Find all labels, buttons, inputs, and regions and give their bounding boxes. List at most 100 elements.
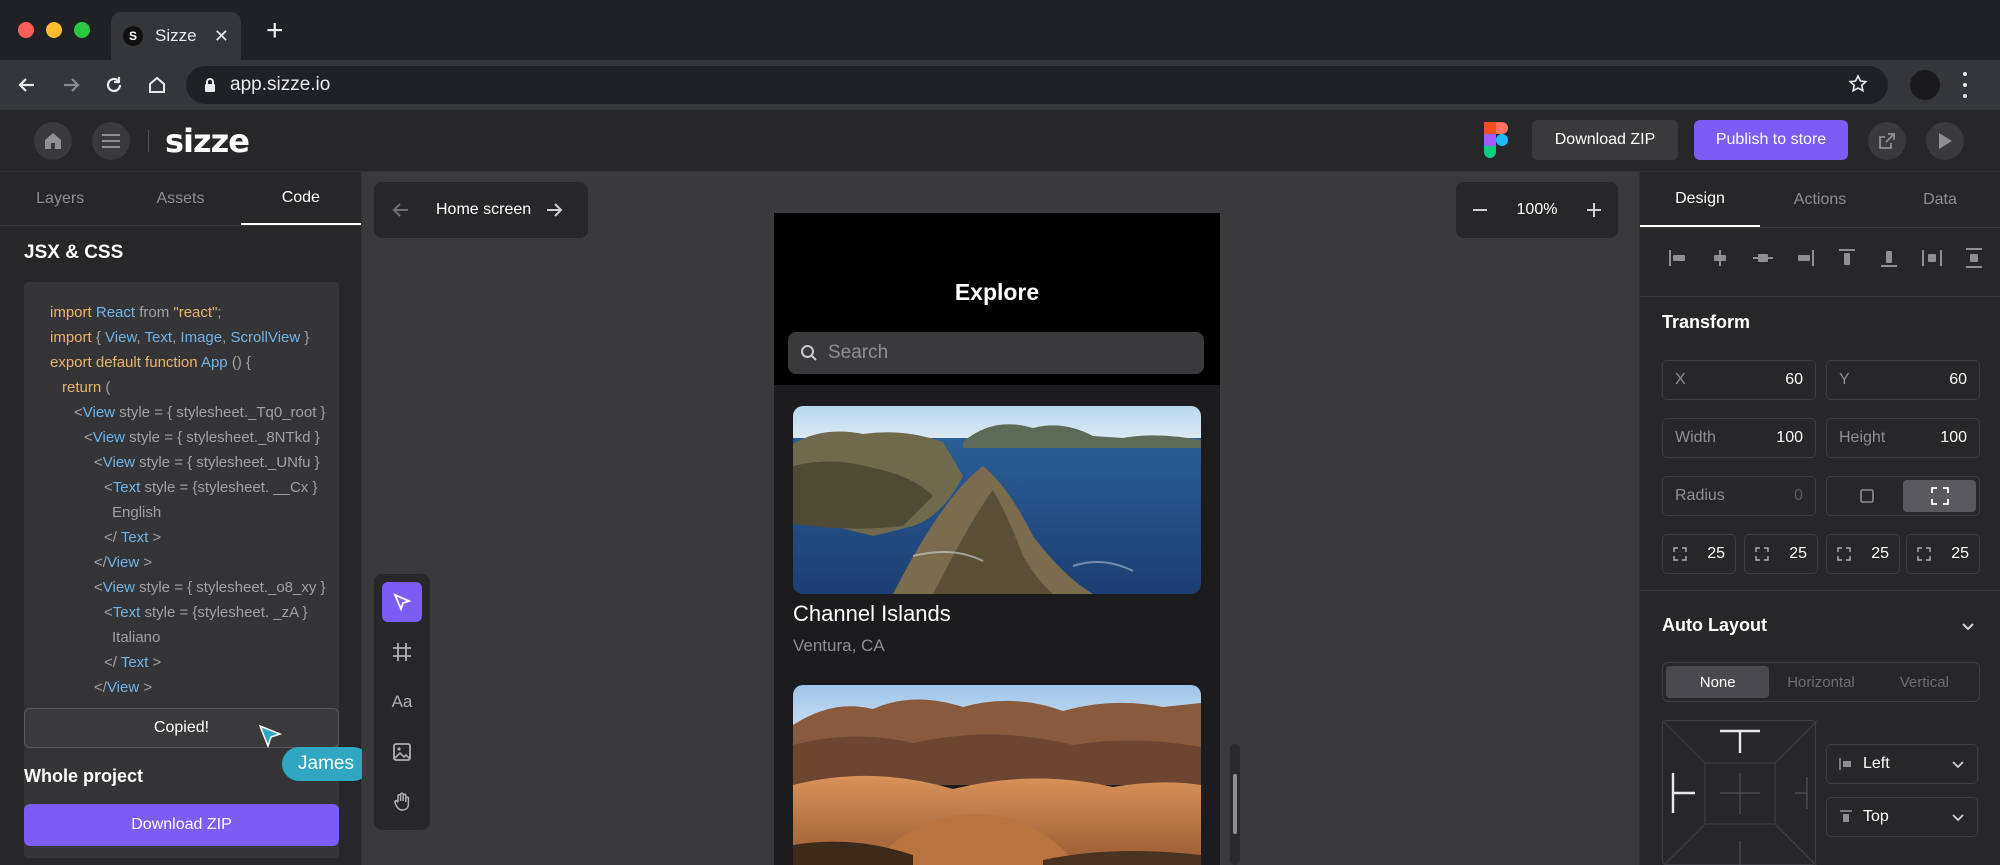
horizontal-align-dropdown[interactable]: Left [1826, 744, 1978, 784]
select-tool[interactable] [382, 582, 422, 622]
copy-code-button[interactable]: Copied! [24, 708, 339, 748]
lock-icon [205, 77, 215, 92]
phone-search-bar[interactable]: Search [788, 332, 1204, 374]
new-tab-icon[interactable]: + [266, 16, 284, 46]
vertical-align-dropdown[interactable]: Top [1826, 797, 1978, 837]
close-window-button[interactable] [18, 22, 34, 38]
transform-heading: Transform [1662, 312, 1751, 332]
code-line: </ Text > [104, 529, 162, 546]
divider [1640, 296, 2000, 297]
radius-field[interactable]: Radius 0 [1662, 476, 1816, 516]
pointer-icon [393, 593, 412, 612]
code-line: <View style = { stylesheet._Tq0_root } [74, 404, 326, 421]
corner-top-left-field[interactable]: 25 [1662, 534, 1736, 574]
prev-screen-arrow-icon[interactable] [392, 201, 410, 219]
sizze-logo[interactable]: sizze [165, 122, 250, 160]
constraints-widget[interactable] [1662, 720, 1818, 865]
width-label: Width [1675, 429, 1716, 446]
design-canvas[interactable]: Home screen 100% Aa Explore Search Chann… [362, 172, 1639, 865]
reload-icon[interactable] [99, 70, 129, 100]
right-panel: Design Actions Data Transform X 60 Y 60 … [1639, 172, 2000, 865]
layout-mode-horizontal[interactable]: Horizontal [1769, 666, 1872, 698]
corner-bottom-left-field[interactable]: 25 [1826, 534, 1900, 574]
chevron-down-icon [1952, 814, 1964, 822]
tab-design[interactable]: Design [1640, 172, 1760, 227]
play-preview-button[interactable] [1926, 122, 1964, 160]
open-external-button[interactable] [1868, 122, 1906, 160]
layout-mode-vertical[interactable]: Vertical [1873, 666, 1976, 698]
download-zip-header-button[interactable]: Download ZIP [1532, 120, 1678, 160]
zoom-in-icon[interactable] [1586, 202, 1602, 218]
frame-tool[interactable] [382, 632, 422, 672]
code-line: import React from "react"; [50, 304, 222, 321]
y-field[interactable]: Y 60 [1826, 360, 1980, 400]
chevron-down-icon[interactable] [1960, 618, 1976, 634]
width-field[interactable]: Width 100 [1662, 418, 1816, 458]
header-divider [148, 130, 149, 152]
tab-assets[interactable]: Assets [120, 172, 240, 225]
browser-tab[interactable]: S Sizze ✕ [111, 12, 241, 60]
layout-mode-selector: None Horizontal Vertical [1662, 662, 1980, 702]
code-line: Italiano [112, 629, 161, 646]
code-line: return ( [62, 379, 111, 396]
browser-tab-strip: S Sizze ✕ + [0, 0, 2000, 60]
browser-menu-icon[interactable] [1962, 72, 1968, 98]
align-top-icon[interactable] [1835, 246, 1859, 270]
zoom-out-icon[interactable] [1472, 202, 1488, 218]
home-button[interactable] [34, 122, 72, 160]
minimize-window-button[interactable] [46, 22, 62, 38]
hand-tool[interactable] [382, 782, 422, 822]
align-center-horizontal-icon[interactable] [1708, 246, 1732, 270]
align-center-icon[interactable] [1751, 246, 1775, 270]
align-bottom-icon[interactable] [1877, 246, 1901, 270]
height-field[interactable]: Height 100 [1826, 418, 1980, 458]
tab-actions[interactable]: Actions [1760, 172, 1880, 227]
distribute-horizontal-icon[interactable] [1920, 246, 1944, 270]
radius-mode-toggle [1826, 476, 1980, 516]
card-image[interactable] [793, 685, 1201, 865]
preview-scrollbar[interactable] [1230, 744, 1240, 865]
uniform-radius-button[interactable] [1830, 480, 1903, 512]
bookmark-star-icon[interactable] [1848, 74, 1868, 94]
corner-radius-icon [1755, 547, 1769, 561]
layout-mode-none[interactable]: None [1666, 666, 1770, 698]
corners-icon [1930, 487, 1949, 505]
scrollbar-thumb[interactable] [1233, 774, 1237, 834]
home-icon[interactable] [142, 70, 172, 100]
text-tool[interactable]: Aa [382, 682, 422, 722]
tab-layers[interactable]: Layers [0, 172, 120, 225]
align-left-icon[interactable] [1666, 246, 1690, 270]
maximize-window-button[interactable] [74, 22, 90, 38]
corner-bottom-right-field[interactable]: 25 [1906, 534, 1980, 574]
phone-preview[interactable]: Explore Search Channel Islands Ventura, … [774, 213, 1220, 865]
publish-to-store-button[interactable]: Publish to store [1694, 120, 1848, 160]
next-screen-arrow-icon[interactable] [545, 201, 563, 219]
tab-data[interactable]: Data [1880, 172, 2000, 227]
square-icon [1859, 489, 1874, 503]
figma-icon[interactable] [1484, 122, 1508, 158]
download-zip-button[interactable]: Download ZIP [24, 804, 339, 846]
collaborator-cursor-icon [258, 724, 283, 749]
radius-value: 0 [1794, 487, 1803, 504]
address-bar[interactable]: app.sizze.io [186, 66, 1888, 104]
x-label: X [1675, 371, 1686, 388]
vertical-align-value: Top [1863, 808, 1889, 825]
image-tool[interactable] [382, 732, 422, 772]
back-arrow-icon[interactable] [12, 70, 42, 100]
individual-radius-button[interactable] [1903, 480, 1976, 512]
tab-code[interactable]: Code [240, 172, 361, 225]
tab-title: Sizze [155, 26, 197, 45]
phone-header: Explore Search [774, 213, 1220, 385]
alignment-toolbar [1666, 246, 1986, 270]
forward-arrow-icon[interactable] [56, 70, 86, 100]
corner-top-right-field[interactable]: 25 [1744, 534, 1818, 574]
hand-icon [394, 792, 410, 811]
tab-close-icon[interactable]: ✕ [214, 26, 229, 47]
menu-button[interactable] [92, 122, 130, 160]
card-image[interactable] [793, 406, 1201, 594]
radius-label: Radius [1675, 487, 1725, 504]
profile-avatar[interactable] [1910, 70, 1940, 100]
x-field[interactable]: X 60 [1662, 360, 1816, 400]
align-right-icon[interactable] [1793, 246, 1817, 270]
distribute-vertical-icon[interactable] [1962, 246, 1986, 270]
